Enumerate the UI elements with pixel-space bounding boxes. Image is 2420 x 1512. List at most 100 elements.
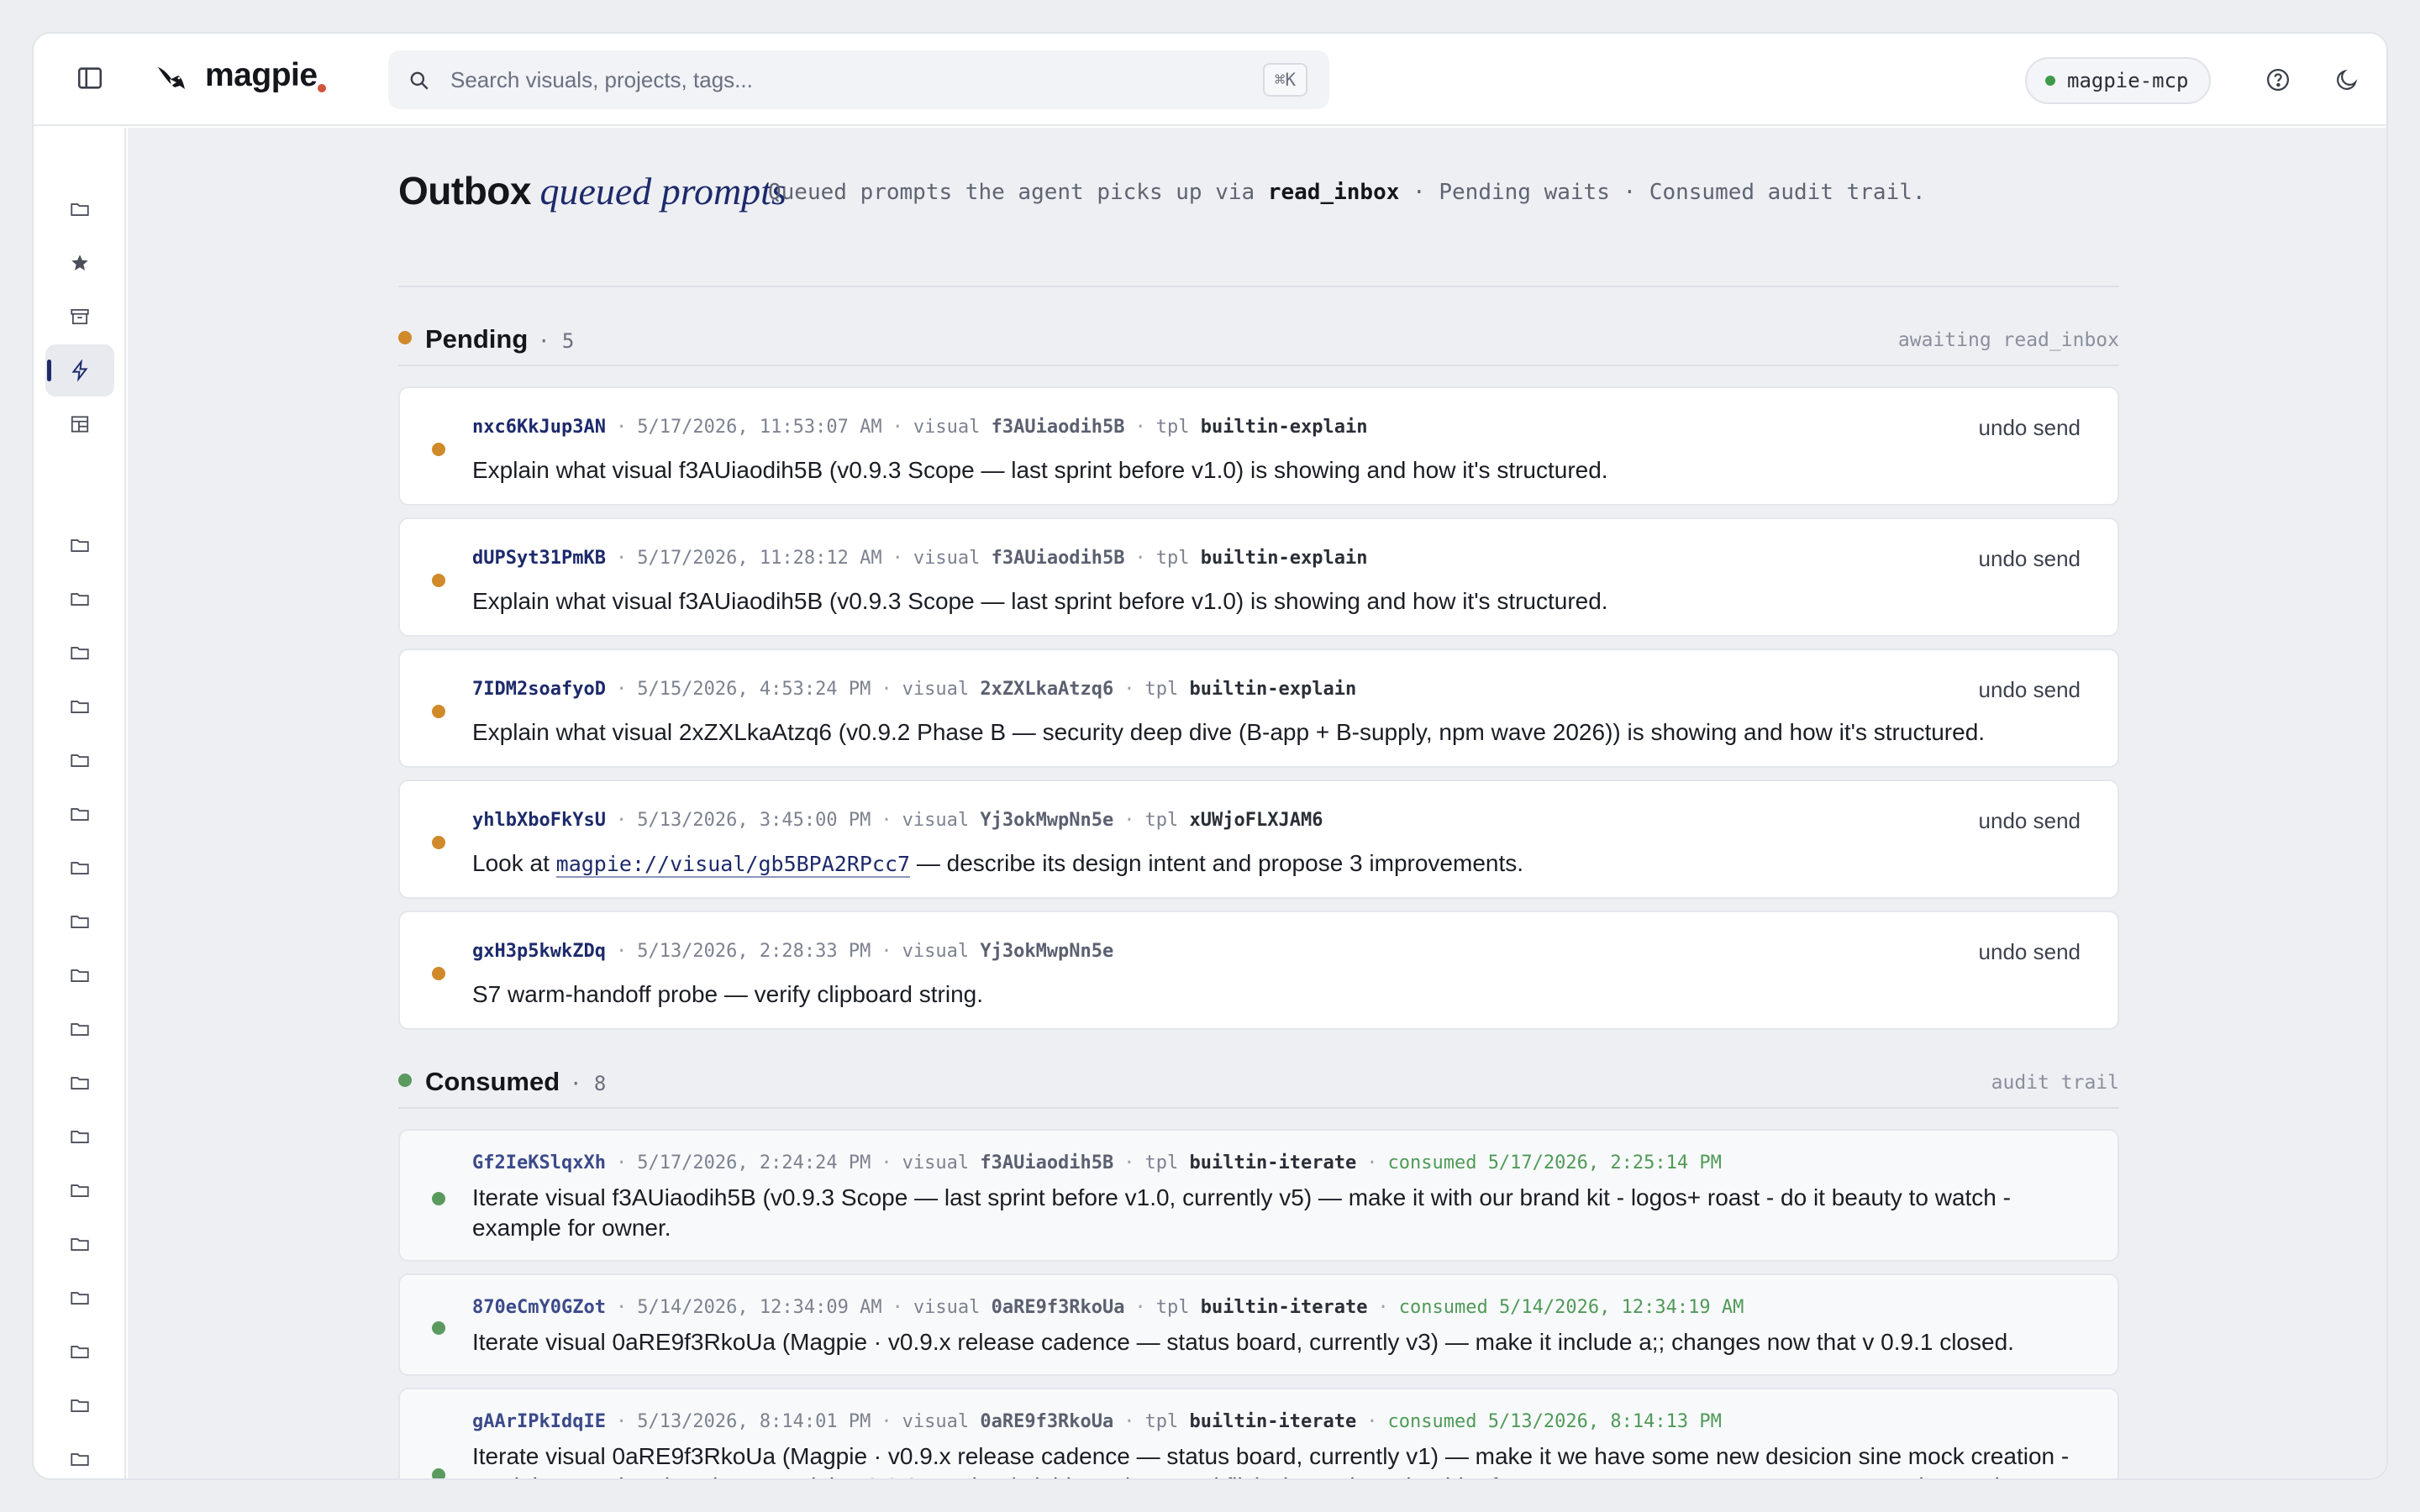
- prompt-date: 5/13/2026, 8:14:01 PM: [637, 1411, 871, 1432]
- consumed-section-header: Consumed · 8 audit trail: [398, 1063, 2119, 1097]
- visual-link[interactable]: magpie://visual/gb5BPA2RPcc7: [555, 852, 911, 878]
- rail-item-project[interactable]: [45, 519, 114, 571]
- undo-send-button[interactable]: undo send: [1979, 415, 2081, 441]
- rail-item-project[interactable]: [45, 627, 114, 679]
- template-id[interactable]: builtin-iterate: [1190, 1152, 1357, 1173]
- visual-id[interactable]: f3AUiaodih5B: [980, 1152, 1113, 1173]
- template-id[interactable]: builtin-iterate: [1201, 1297, 1368, 1318]
- undo-send-button[interactable]: undo send: [1979, 677, 2081, 703]
- rail-item-starred[interactable]: [45, 237, 114, 289]
- undo-send-button[interactable]: undo send: [1979, 939, 2081, 965]
- rail-item-project[interactable]: [45, 573, 114, 625]
- meta-separator: ·: [615, 1152, 628, 1173]
- visual-id[interactable]: f3AUiaodih5B: [992, 417, 1125, 438]
- rail-item-outbox[interactable]: [45, 344, 114, 396]
- visual-label: visual: [913, 1297, 981, 1318]
- rail-item-project[interactable]: [45, 1379, 114, 1431]
- rail-item-project[interactable]: [45, 680, 114, 732]
- prompt-date: 5/13/2026, 2:28:33 PM: [637, 941, 871, 962]
- rail-item-project[interactable]: [45, 1272, 114, 1324]
- template-id[interactable]: builtin-iterate: [1190, 1411, 1357, 1432]
- consumed-item[interactable]: Gf2IeKSlqxXh · 5/17/2026, 2:24:24 PM · visua…: [398, 1129, 2119, 1262]
- prompt-id[interactable]: 7IDM2soafyoD: [472, 679, 606, 700]
- prompt-id[interactable]: nxc6KkJup3AN: [472, 417, 606, 438]
- rail-item-project[interactable]: [45, 1326, 114, 1378]
- status-dot: [432, 443, 445, 456]
- help-icon[interactable]: [2265, 67, 2291, 92]
- template-id[interactable]: builtin-explain: [1190, 679, 1357, 700]
- rail-item-project[interactable]: [45, 788, 114, 840]
- moon-icon[interactable]: [2334, 67, 2360, 92]
- rail-item-templates[interactable]: [45, 398, 114, 450]
- search-bar[interactable]: Search visuals, projects, tags... ⌘K: [388, 50, 1329, 109]
- prompt-text: Explain what visual 2xZXLkaAtzq6 (v0.9.2…: [472, 717, 2092, 748]
- folder-icon: [71, 1077, 89, 1089]
- rail-item-project[interactable]: [45, 734, 114, 786]
- undo-send-button[interactable]: undo send: [1979, 808, 2081, 834]
- prompt-id[interactable]: yhlbXboFkYsU: [472, 810, 606, 831]
- rail-item-project[interactable]: [45, 1003, 114, 1055]
- app-logo-text[interactable]: magpie: [205, 57, 318, 94]
- pending-item[interactable]: nxc6KkJup3AN · 5/17/2026, 11:53:07 AM · visu…: [398, 386, 2119, 506]
- rail-item-project[interactable]: [45, 1164, 114, 1216]
- template-id[interactable]: builtin-explain: [1201, 548, 1368, 569]
- visual-id[interactable]: 0aRE9f3RkoUa: [980, 1411, 1113, 1432]
- consumed-count: · 8: [570, 1072, 607, 1095]
- rail-item-project[interactable]: [45, 1433, 114, 1478]
- template-id[interactable]: builtin-explain: [1201, 417, 1368, 438]
- prompt-date: 5/13/2026, 3:45:00 PM: [637, 810, 871, 831]
- template-id[interactable]: xUWjoFLXJAM6: [1190, 810, 1323, 831]
- sidebar-toggle-icon[interactable]: [76, 64, 104, 92]
- main-content: Outbox queued prompts Queued prompts the…: [128, 128, 2386, 1478]
- visual-id[interactable]: 0aRE9f3RkoUa: [992, 1297, 1125, 1318]
- rail-item-project[interactable]: [45, 1110, 114, 1163]
- pending-item[interactable]: dUPSyt31PmKB · 5/17/2026, 11:28:12 AM · visu…: [398, 517, 2119, 637]
- visual-label: visual: [913, 548, 981, 569]
- template-label: tpl: [1155, 548, 1190, 569]
- mcp-status-pill[interactable]: magpie-mcp: [2025, 57, 2211, 104]
- prompt-id[interactable]: dUPSyt31PmKB: [472, 548, 606, 569]
- consumed-section-note: audit trail: [1991, 1072, 2119, 1094]
- prompt-id[interactable]: gAArIPkIdqIE: [472, 1411, 606, 1432]
- meta-separator: ·: [1123, 1152, 1135, 1173]
- pending-item[interactable]: gxH3p5kwkZDq · 5/13/2026, 2:28:33 PM · visua…: [398, 911, 2119, 1030]
- undo-send-button[interactable]: undo send: [1979, 546, 2081, 572]
- prompt-id[interactable]: 870eCmY0GZot: [472, 1297, 606, 1318]
- prompt-date: 5/15/2026, 4:53:24 PM: [637, 679, 871, 700]
- pending-item[interactable]: yhlbXboFkYsU · 5/13/2026, 3:45:00 PM · visua…: [398, 780, 2119, 899]
- prompt-text-body: Explain what visual f3AUiaodih5B (v0.9.3…: [472, 457, 1608, 483]
- consumed-item[interactable]: gAArIPkIdqIE · 5/13/2026, 8:14:01 PM · visua…: [398, 1388, 2119, 1478]
- consumed-timestamp: consumed 5/17/2026, 2:25:14 PM: [1387, 1152, 1722, 1173]
- rail-item-archive[interactable]: [45, 291, 114, 343]
- prompt-text-body: S7 warm-handoff probe — verify clipboard…: [472, 981, 983, 1007]
- visual-id[interactable]: 2xZXLkaAtzq6: [980, 679, 1113, 700]
- rail-item-project[interactable]: [45, 895, 114, 948]
- visual-id[interactable]: f3AUiaodih5B: [992, 548, 1125, 569]
- prompt-text-body: Explain what visual 2xZXLkaAtzq6 (v0.9.2…: [472, 719, 1986, 745]
- rail-item-project[interactable]: [45, 949, 114, 1001]
- pending-item[interactable]: 7IDM2soafyoD · 5/15/2026, 4:53:24 PM · visua…: [398, 648, 2119, 768]
- folder-icon: [71, 916, 89, 928]
- meta-separator: ·: [881, 679, 892, 700]
- search-input[interactable]: Search visuals, projects, tags...: [450, 67, 753, 93]
- meta-separator: ·: [1134, 417, 1146, 438]
- rail-item-project[interactable]: [45, 1057, 114, 1109]
- visual-id[interactable]: Yj3okMwpNn5e: [980, 941, 1113, 962]
- consumed-item[interactable]: 870eCmY0GZot · 5/14/2026, 12:34:09 AM · visu…: [398, 1273, 2119, 1376]
- rail-item-project[interactable]: [45, 1218, 114, 1270]
- prompt-text-prefix: Look at: [472, 850, 550, 876]
- meta-separator: ·: [892, 548, 903, 569]
- meta-separator: ·: [1134, 1297, 1146, 1318]
- prompt-id[interactable]: Gf2IeKSlqxXh: [472, 1152, 606, 1173]
- visual-id[interactable]: Yj3okMwpNn5e: [980, 810, 1113, 831]
- visual-label: visual: [902, 941, 970, 962]
- folder-icon: [71, 593, 89, 606]
- rail-item-project[interactable]: [45, 842, 114, 894]
- rail-item-projects[interactable]: [45, 183, 114, 235]
- page-description-code: read_inbox: [1267, 180, 1400, 205]
- pending-section-title: Pending: [425, 324, 529, 354]
- layout-icon: [71, 416, 89, 433]
- prompt-id[interactable]: gxH3p5kwkZDq: [472, 941, 606, 962]
- meta-separator: ·: [615, 548, 628, 569]
- magpie-logo-icon: [158, 67, 185, 89]
